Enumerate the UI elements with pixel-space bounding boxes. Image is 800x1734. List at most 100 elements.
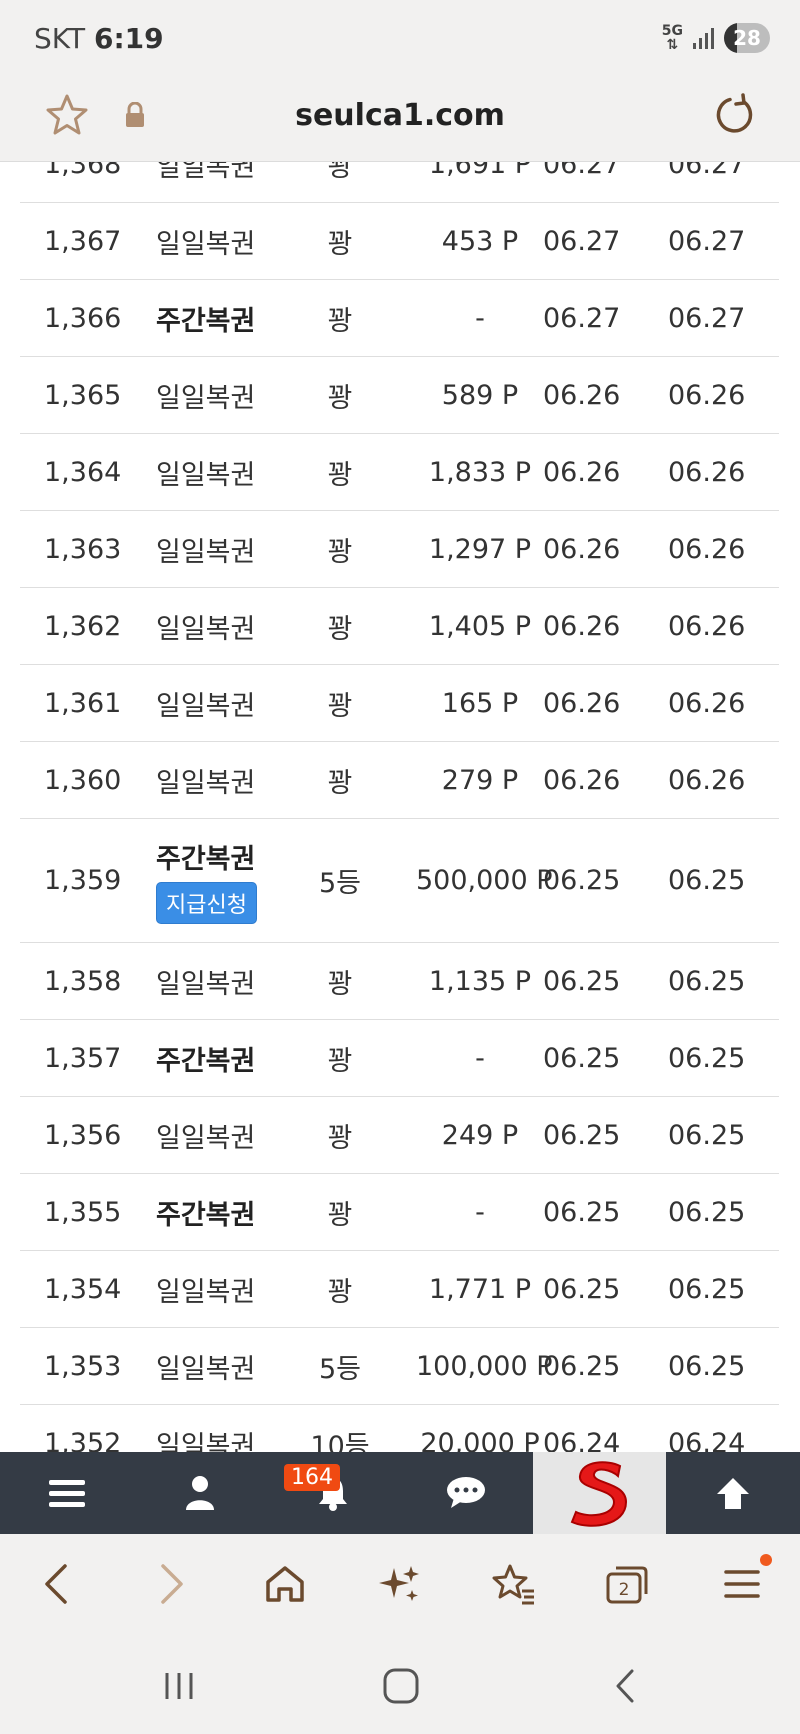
scroll-top-button[interactable] — [666, 1452, 799, 1534]
home-icon — [266, 1566, 304, 1602]
recent-apps-button[interactable] — [154, 1664, 204, 1708]
status-bar: SKT 6:19 5G ⇅ 28 — [0, 0, 800, 76]
profile-button[interactable] — [133, 1452, 266, 1534]
prize-amount: 1,135 P — [428, 965, 532, 997]
draw-date: 06.25 — [543, 865, 621, 896]
lottery-type-cell: 주간복권 — [156, 1020, 255, 1096]
menu-button[interactable] — [0, 1452, 133, 1534]
bookmarks-button[interactable] — [488, 1558, 540, 1610]
signal-icon — [693, 27, 714, 49]
entry-number: 1,354 — [44, 1273, 122, 1305]
lottery-type-cell: 일일복권 — [156, 588, 255, 664]
forward-button[interactable] — [146, 1558, 198, 1610]
table-row[interactable]: 1,353 일일복권 5등 100,000 P 06.25 06.25 — [20, 1328, 779, 1405]
site-bottom-nav: 164 — [0, 1452, 800, 1534]
result-date: 06.27 — [668, 302, 746, 334]
prize-rank: 꽝 — [327, 690, 353, 722]
draw-date: 06.27 — [543, 302, 621, 334]
browser-toolbar: 2 — [0, 1534, 800, 1634]
table-row[interactable]: 1,359 주간복권 지급신청 5등 500,000 P 06.25 06.25 — [20, 819, 779, 943]
lottery-type: 일일복권 — [156, 1122, 256, 1154]
lottery-type: 일일복권 — [156, 459, 256, 491]
prize-amount: 1,833 P — [428, 456, 532, 488]
draw-date: 06.25 — [543, 965, 621, 997]
lottery-type-cell: 일일복권 — [156, 742, 255, 818]
result-date: 06.25 — [668, 1119, 746, 1151]
draw-date: 06.25 — [543, 1196, 621, 1228]
back-button[interactable] — [30, 1558, 82, 1610]
chat-button[interactable] — [399, 1452, 532, 1534]
tabs-button[interactable]: 2 — [601, 1558, 653, 1610]
prize-rank: 꽝 — [327, 228, 353, 260]
lottery-type: 일일복권 — [156, 228, 256, 260]
lottery-history-table[interactable]: 1,368 일일복권 꽝 1,691 P 06.27 06.27 1,367 일일복권 꽝 453… — [0, 162, 800, 1452]
table-row[interactable]: 1,360 일일복권 꽝 279 P 06.26 06.26 — [20, 742, 779, 819]
result-date: 06.25 — [668, 965, 746, 997]
table-row[interactable]: 1,364 일일복권 꽝 1,833 P 06.26 06.26 — [20, 434, 779, 511]
lottery-type: 일일복권 — [156, 1276, 256, 1308]
site-logo-button[interactable] — [533, 1452, 666, 1534]
entry-number: 1,366 — [44, 302, 122, 334]
draw-date: 06.26 — [543, 764, 621, 796]
table-row[interactable]: 1,354 일일복권 꽝 1,771 P 06.25 06.25 — [20, 1251, 779, 1328]
result-date: 06.26 — [668, 379, 746, 411]
lottery-type: 일일복권 — [156, 1353, 256, 1385]
table-row[interactable]: 1,358 일일복권 꽝 1,135 P 06.25 06.25 — [20, 943, 779, 1020]
prize-rank: 꽝 — [327, 613, 353, 645]
result-date: 06.26 — [668, 533, 746, 565]
table-row[interactable]: 1,365 일일복권 꽝 589 P 06.26 06.26 — [20, 357, 779, 434]
chevron-right-icon — [161, 1564, 183, 1604]
prize-rank: 꽝 — [327, 536, 353, 568]
prize-rank: 꽝 — [327, 767, 353, 799]
result-date: 06.27 — [668, 225, 746, 257]
claim-payment-button[interactable]: 지급신청 — [156, 882, 257, 924]
entry-number: 1,357 — [44, 1042, 122, 1074]
home-nav-button[interactable] — [376, 1664, 426, 1708]
table-row[interactable]: 1,366 주간복권 꽝 - 06.27 06.27 — [20, 280, 779, 357]
star-list-icon — [492, 1564, 534, 1605]
entry-number: 1,359 — [44, 865, 122, 896]
lottery-type-cell: 일일복권 — [156, 943, 255, 1019]
table-row[interactable]: 1,368 일일복권 꽝 1,691 P 06.27 06.27 — [20, 162, 779, 203]
lottery-type: 일일복권 — [156, 1430, 256, 1453]
prize-rank: 5등 — [318, 1353, 362, 1385]
table-row[interactable]: 1,356 일일복권 꽝 249 P 06.25 06.25 — [20, 1097, 779, 1174]
prize-rank: 꽝 — [327, 305, 353, 337]
status-right: 5G ⇅ 28 — [662, 23, 770, 53]
reload-icon[interactable] — [710, 92, 756, 138]
table-row[interactable]: 1,357 주간복권 꽝 - 06.25 06.25 — [20, 1020, 779, 1097]
table-row[interactable]: 1,355 주간복권 꽝 - 06.25 06.25 — [20, 1174, 779, 1251]
network-indicator: 5G ⇅ — [662, 24, 683, 52]
result-date: 06.27 — [668, 162, 746, 180]
draw-date: 06.25 — [543, 1042, 621, 1074]
ai-features-button[interactable] — [374, 1558, 426, 1610]
lottery-type-cell: 일일복권 — [156, 1251, 255, 1327]
url-text[interactable]: seulca1.com — [0, 98, 800, 133]
table-row[interactable]: 1,362 일일복권 꽝 1,405 P 06.26 06.26 — [20, 588, 779, 665]
prize-rank: 꽝 — [327, 1199, 353, 1231]
browser-menu-button[interactable] — [716, 1558, 768, 1610]
lottery-type: 일일복권 — [156, 767, 256, 799]
user-icon — [185, 1476, 214, 1510]
entry-number: 1,358 — [44, 965, 122, 997]
entry-number: 1,360 — [44, 764, 122, 796]
prize-amount: 1,691 P — [428, 162, 532, 180]
prize-amount: 20,000 P — [420, 1427, 540, 1453]
table-row[interactable]: 1,363 일일복권 꽝 1,297 P 06.26 06.26 — [20, 511, 779, 588]
table-row[interactable]: 1,361 일일복권 꽝 165 P 06.26 06.26 — [20, 665, 779, 742]
prize-rank: 꽝 — [327, 968, 353, 1000]
home-button[interactable] — [259, 1558, 311, 1610]
back-nav-button[interactable] — [600, 1664, 650, 1708]
table-row[interactable]: 1,367 일일복권 꽝 453 P 06.27 06.27 — [20, 203, 779, 280]
back-chevron-icon — [616, 1669, 634, 1703]
prize-amount: 589 P — [441, 379, 519, 411]
result-date: 06.26 — [668, 687, 746, 719]
result-date: 06.26 — [668, 456, 746, 488]
lottery-type-cell: 주간복권 지급신청 — [156, 819, 257, 942]
entry-number: 1,364 — [44, 456, 122, 488]
lottery-type: 주간복권 — [156, 1199, 256, 1231]
prize-amount: - — [475, 1196, 485, 1228]
notification-count-badge: 164 — [284, 1464, 340, 1491]
table-row[interactable]: 1,352 일일복권 10등 20,000 P 06.24 06.24 — [20, 1405, 779, 1453]
draw-date: 06.27 — [543, 162, 621, 180]
